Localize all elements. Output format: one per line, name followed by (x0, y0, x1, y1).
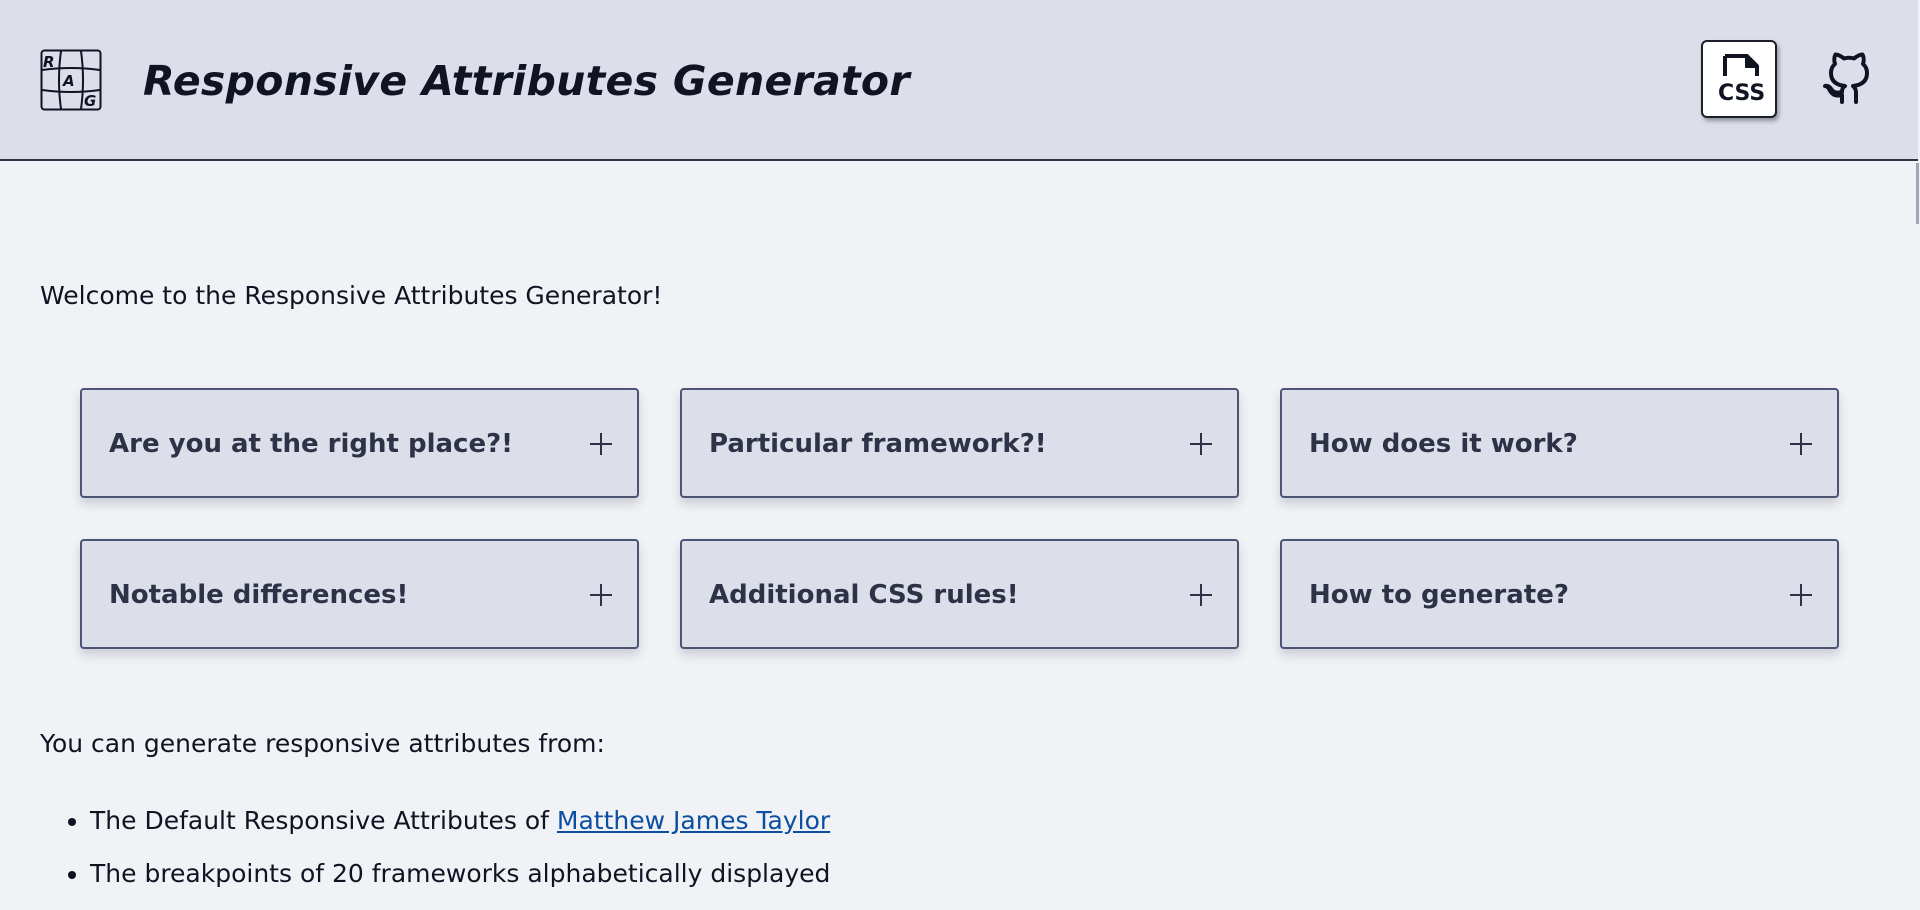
plus-icon (590, 433, 612, 455)
card-right-place[interactable]: Are you at the right place?! (80, 388, 639, 498)
plus-icon (1190, 584, 1212, 606)
logo-letter-r: R (43, 53, 55, 71)
card-title: Particular framework?! (709, 429, 1047, 459)
logo-letter-a: A (62, 72, 75, 90)
sources-list: The Default Responsive Attributes of Mat… (40, 804, 830, 910)
app-title: Responsive Attributes Generator (143, 57, 910, 105)
sources-intro: You can generate responsive attributes f… (40, 729, 605, 758)
welcome-text: Welcome to the Responsive Attributes Gen… (40, 281, 663, 310)
rag-grid-logo[interactable]: R A G (40, 49, 102, 111)
card-title: How does it work? (1309, 429, 1578, 459)
card-how-it-works[interactable]: How does it work? (1280, 388, 1839, 498)
logo-letter-g: G (84, 92, 96, 110)
card-title: Additional CSS rules! (709, 580, 1019, 610)
plus-icon (1790, 433, 1812, 455)
card-how-to-generate[interactable]: How to generate? (1280, 539, 1839, 649)
css-file-icon: CSS (1718, 54, 1765, 106)
card-title: Are you at the right place?! (109, 429, 514, 459)
card-particular-framework[interactable]: Particular framework?! (680, 388, 1239, 498)
css-button-label: CSS (1718, 81, 1765, 106)
card-title: How to generate? (1309, 580, 1569, 610)
list-item: The breakpoints of 20 frameworks alphabe… (90, 857, 830, 891)
card-notable-differences[interactable]: Notable differences! (80, 539, 639, 649)
plus-icon (1790, 584, 1812, 606)
css-stylesheet-button[interactable]: CSS (1701, 40, 1777, 118)
source-text: The Default Responsive Attributes of (90, 806, 557, 835)
plus-icon (1190, 433, 1212, 455)
plus-icon (590, 584, 612, 606)
scrollbar-thumb[interactable] (1916, 163, 1919, 224)
github-icon[interactable] (1821, 51, 1877, 107)
list-item: The Default Responsive Attributes of Mat… (90, 804, 830, 838)
app-header: R A G Responsive Attributes Generator CS… (0, 0, 1918, 161)
card-additional-css-rules[interactable]: Additional CSS rules! (680, 539, 1239, 649)
card-title: Notable differences! (109, 580, 409, 610)
source-text: The breakpoints of 20 frameworks alphabe… (90, 859, 831, 888)
author-link[interactable]: Matthew James Taylor (557, 806, 830, 835)
